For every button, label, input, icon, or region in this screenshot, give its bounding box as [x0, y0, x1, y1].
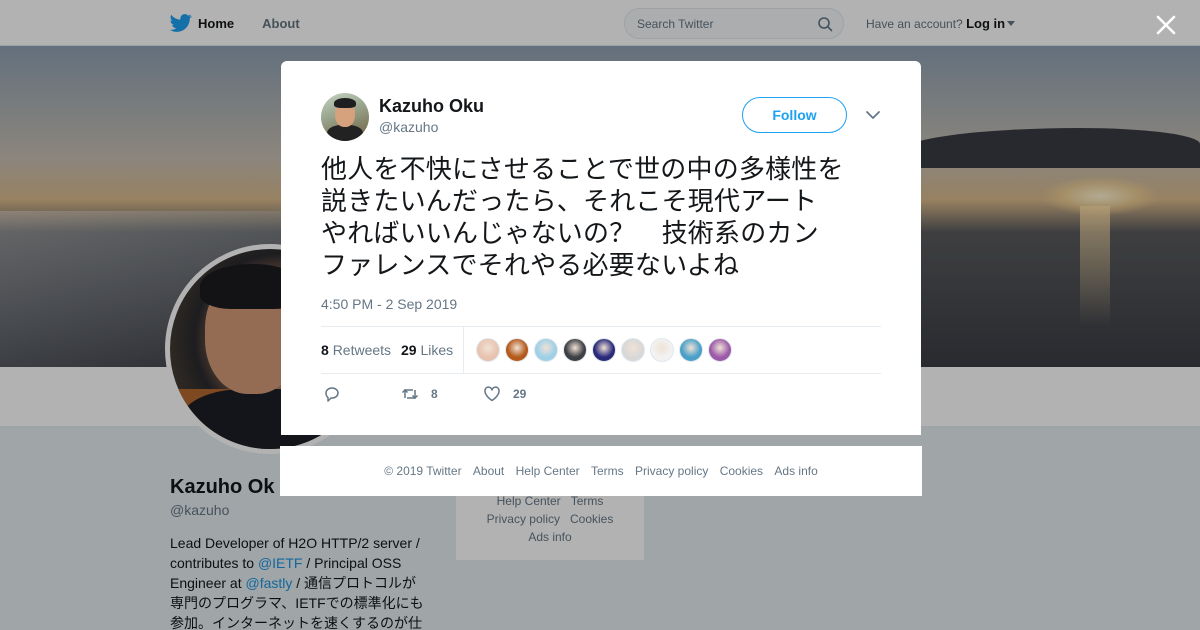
tweet-modal: Kazuho Oku @kazuho Follow 他人を不快にさせることで世の… [281, 61, 921, 435]
liker-avatar[interactable] [476, 338, 500, 362]
likes-count: 29 [401, 342, 417, 358]
retweets-label: Retweets [332, 342, 392, 358]
tweet-text-line: 他人を不快にさせることで世の中の多様性を [321, 155, 844, 185]
likes-stat[interactable]: 29 Likes [401, 342, 453, 358]
like-action[interactable]: 29 [483, 385, 526, 403]
retweet-action[interactable]: 8 [401, 385, 438, 403]
heart-icon[interactable] [483, 385, 501, 403]
follow-button[interactable]: Follow [742, 97, 847, 133]
liker-avatar[interactable] [563, 338, 587, 362]
tweet-text-line: ファレンスでそれやる必要ないよね [321, 251, 740, 281]
tweet-text: 他人を不快にさせることで世の中の多様性を 説きたいんだったら、それこそ現代アート… [321, 154, 891, 282]
liker-avatars [476, 338, 737, 362]
footer-about-link[interactable]: About [473, 464, 504, 478]
like-count: 29 [513, 387, 527, 401]
footer-help-link[interactable]: Help Center [516, 464, 580, 478]
reply-icon[interactable] [323, 385, 341, 403]
liker-avatar[interactable] [534, 338, 558, 362]
tweet-author-handle[interactable]: @kazuho [379, 119, 438, 135]
footer-privacy-link[interactable]: Privacy policy [635, 464, 708, 478]
modal-footer: © 2019 Twitter About Help Center Terms P… [280, 446, 922, 496]
retweet-count: 8 [431, 387, 438, 401]
tweet-stats: 8 Retweets 29 Likes [321, 326, 881, 374]
liker-avatar[interactable] [621, 338, 645, 362]
liker-avatar[interactable] [592, 338, 616, 362]
footer-cookies-link[interactable]: Cookies [720, 464, 763, 478]
footer-terms-link[interactable]: Terms [591, 464, 624, 478]
tweet-author-name[interactable]: Kazuho Oku [379, 96, 484, 117]
likes-label: Likes [420, 342, 454, 358]
tweet-text-line: 説きたいんだったら、それこそ現代アート [321, 187, 818, 217]
retweets-count: 8 [321, 342, 329, 358]
footer-ads-link[interactable]: Ads info [774, 464, 817, 478]
tweet-text-line: やればいいんじゃないの？ 技術系のカン [321, 219, 819, 249]
tweet-timestamp[interactable]: 4:50 PM - 2 Sep 2019 [321, 296, 457, 312]
reply-action[interactable] [323, 385, 353, 403]
liker-avatar[interactable] [505, 338, 529, 362]
stats-divider [463, 327, 464, 374]
retweet-icon[interactable] [401, 385, 419, 403]
liker-avatar[interactable] [650, 338, 674, 362]
retweets-stat[interactable]: 8 Retweets [321, 342, 391, 358]
close-icon[interactable] [1155, 14, 1177, 36]
liker-avatar[interactable] [679, 338, 703, 362]
liker-avatar[interactable] [708, 338, 732, 362]
chevron-down-icon[interactable] [865, 109, 881, 121]
tweet-actions: 8 29 [321, 385, 621, 407]
footer-copyright: © 2019 Twitter [384, 464, 462, 478]
tweet-author-avatar[interactable] [321, 93, 369, 141]
